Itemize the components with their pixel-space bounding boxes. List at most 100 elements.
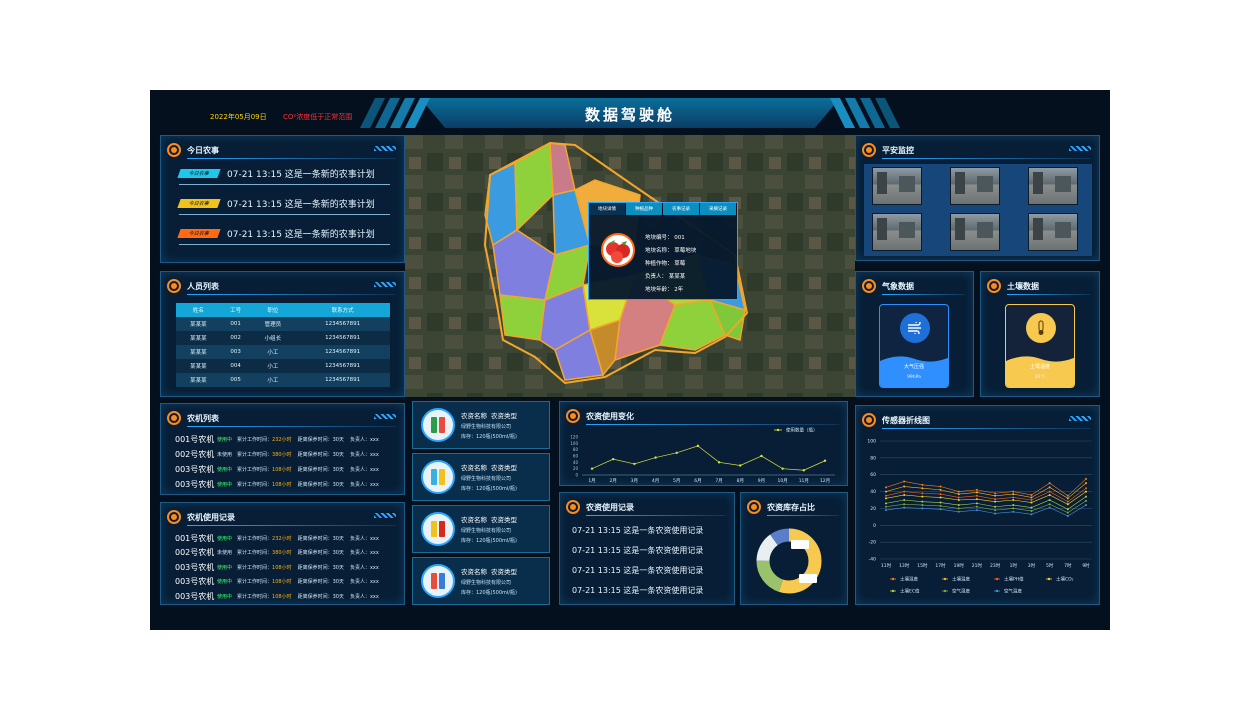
y-tick-label: 60 <box>870 472 876 478</box>
data-point <box>903 503 906 506</box>
plot-crop: 种植作物： 草莓 <box>645 261 686 267</box>
panel-title: 今日农事 <box>187 145 219 155</box>
product-bottle <box>439 469 445 485</box>
cell: 003 <box>220 345 251 359</box>
tab-harvest-records[interactable]: 采摘记录 <box>700 203 737 215</box>
machine-row[interactable]: 003号农机 使用中 累计工作时间： 108小时 距离保养时间：30天 负责人：xxx <box>175 462 379 476</box>
cell: 小工 <box>250 345 296 359</box>
pesticide-card[interactable]: 农资名称 农资类型 绿野生物科技有限公司 库存：120瓶(500ml/瓶) <box>412 505 550 553</box>
machine-row[interactable]: 003号农机 使用中 累计工作时间： 108小时 距离保养时间：30天 负责人：xxx <box>175 575 379 589</box>
table-row[interactable]: 某某某 003 小工 1234567891 <box>176 345 390 359</box>
farm-task-item[interactable]: 今日农事 07-21 13:15 这是一条新的农事计划 <box>177 193 390 215</box>
cell: 某某某 <box>176 345 221 359</box>
panel-title: 农机使用记录 <box>187 512 235 522</box>
thermometer-icon <box>1026 313 1056 343</box>
machine-row[interactable]: 003号农机 使用中 累计工作时间： 108小时 距离保养时间：30天 负责人：xxx <box>175 560 379 574</box>
co2-alert[interactable]: CO²浓度低于正常范围 <box>283 112 352 122</box>
y-tick-label: 120 <box>570 435 578 440</box>
farm-task-item[interactable]: 今日农事 07-21 13:15 这是一条新的农事计划 <box>177 163 390 185</box>
x-tick-label: 1月 <box>588 478 595 484</box>
machine-hours: 108小时 <box>272 481 292 488</box>
x-tick-label: 4月 <box>652 478 659 484</box>
farm-map[interactable]: 地块详情 种植品种 农事记录 采摘记录 地块编号： 001 地块名称： 草莓地块… <box>405 135 855 397</box>
cell: 某某某 <box>176 317 221 331</box>
usage-record-item[interactable]: 07-21 13:15 这是一条农资使用记录 <box>572 565 703 576</box>
personnel-panel: 人员列表 姓名 工号 职位 联系方式 某某某 001 管理员 1234567891 某… <box>160 271 405 397</box>
pesticide-type: 农资类型 <box>491 412 517 420</box>
legend-label: 土壤湿度 <box>900 576 918 583</box>
machine-row[interactable]: 003号农机 使用中 累计工作时间： 108小时 距离保养时间：30天 负责人：xxx <box>175 589 379 603</box>
maintenance-text: 距离保养时间：30天 <box>297 481 344 488</box>
x-tick-label: 10月 <box>778 478 788 484</box>
legend-label: 空气湿度 <box>952 588 970 595</box>
camera-feed[interactable] <box>872 213 922 251</box>
data-point <box>903 493 906 496</box>
data-point <box>1085 482 1087 485</box>
table-header-row: 姓名 工号 职位 联系方式 <box>176 303 390 317</box>
farm-task-item[interactable]: 今日农事 07-21 13:15 这是一条新的农事计划 <box>177 223 390 245</box>
plot-area[interactable] <box>499 294 546 341</box>
usage-record-item[interactable]: 07-21 13:15 这是一条农资使用记录 <box>572 545 703 556</box>
slice-label-box <box>799 574 817 583</box>
machine-row[interactable]: 002号农机 未使用 累计工作时间： 380小时 距离保养时间：30天 负责人：xxx <box>175 546 379 560</box>
tab-farm-records[interactable]: 农事记录 <box>663 203 700 215</box>
data-point <box>885 502 887 505</box>
x-tick-label: 7时 <box>1064 562 1072 569</box>
y-tick-label: 0 <box>873 523 876 529</box>
panel-title: 农资使用变化 <box>586 411 634 421</box>
machine-row[interactable]: 002号农机 未使用 累计工作时间： 380小时 距离保养时间：30天 负责人：xxx <box>175 447 379 461</box>
legend-marker <box>943 589 947 593</box>
pesticide-product-image <box>421 460 455 494</box>
table-row[interactable]: 某某某 004 小工 1234567891 <box>176 359 390 373</box>
camera-feed[interactable] <box>950 167 1000 205</box>
y-tick-label: 40 <box>573 460 579 465</box>
camera-feed[interactable] <box>950 213 1000 251</box>
data-point <box>1085 477 1087 480</box>
legend-label: 空气温度 <box>1004 588 1022 595</box>
weather-card[interactable]: 大气压强 99hPa <box>879 304 949 388</box>
cell: 002 <box>220 331 251 345</box>
cell: 005 <box>220 373 251 387</box>
machine-name: 002号农机 <box>175 548 215 557</box>
table-row[interactable]: 某某某 001 管理员 1234567891 <box>176 317 390 331</box>
data-point <box>975 498 978 501</box>
data-point <box>1030 499 1033 501</box>
usage-record-item[interactable]: 07-21 13:15 这是一条农资使用记录 <box>572 585 703 596</box>
page-title: 数据驾驶舱 <box>584 106 675 124</box>
column-header: 职位 <box>250 303 296 317</box>
pesticide-card[interactable]: 农资名称 农资类型 绿野生物科技有限公司 库存：120瓶(500ml/瓶) <box>412 453 550 501</box>
pesticide-name-type: 农资名称 农资类型 <box>461 462 517 472</box>
pesticide-card[interactable]: 农资名称 农资类型 绿野生物科技有限公司 库存：120瓶(500ml/瓶) <box>412 557 550 605</box>
x-tick-label: 1时 <box>1010 562 1018 569</box>
tab-plot-details[interactable]: 地块详情 <box>589 203 626 215</box>
x-tick-label: 19时 <box>954 562 965 569</box>
table-row[interactable]: 某某某 005 小工 1234567891 <box>176 373 390 387</box>
product-bottle <box>439 417 445 433</box>
tab-crop-variety[interactable]: 种植品种 <box>626 203 663 215</box>
table-row[interactable]: 某某某 002 小组长 1234567891 <box>176 331 390 345</box>
farm-task-text: 07-21 13:15 这是一条新的农事计划 <box>227 170 375 180</box>
hours-label: 累计工作时间： <box>237 466 273 473</box>
camera-feed[interactable] <box>872 167 922 205</box>
camera-feed[interactable] <box>1028 213 1078 251</box>
soil-card[interactable]: 土壤温度 20℃ <box>1005 304 1075 388</box>
plot-detail-popup[interactable]: 地块详情 种植品种 农事记录 采摘记录 地块编号： 001 地块名称： 草莓地块… <box>588 202 738 300</box>
camera-feed[interactable] <box>1028 167 1078 205</box>
machine-row[interactable]: 001号农机 使用中 累计工作时间： 232小时 距离保养时间：30天 负责人：xxx <box>175 432 379 446</box>
cell: 小组长 <box>250 331 296 345</box>
data-point <box>1066 494 1069 497</box>
legend-label: 土壤温度 <box>952 576 970 583</box>
farm-task-text: 07-21 13:15 这是一条新的农事计划 <box>227 230 375 240</box>
personnel-table: 姓名 工号 职位 联系方式 某某某 001 管理员 1234567891 某某某 002… <box>176 303 390 387</box>
farm-task-text: 07-21 13:15 这是一条新的农事计划 <box>227 200 375 210</box>
machine-row[interactable]: 001号农机 使用中 累计工作时间： 232小时 距离保养时间：30天 负责人：xxx <box>175 531 379 545</box>
machine-hours: 108小时 <box>272 593 292 600</box>
hours-label: 累计工作时间： <box>237 550 273 556</box>
panel-icon <box>566 409 580 423</box>
data-point <box>885 509 887 512</box>
machine-row[interactable]: 003号农机 使用中 累计工作时间： 108小时 距离保养时间：30天 负责人：xxx <box>175 477 379 491</box>
usage-record-item[interactable]: 07-21 13:15 这是一条农资使用记录 <box>572 525 703 536</box>
data-point <box>921 495 924 498</box>
pesticide-card[interactable]: 农资名称 农资类型 绿野生物科技有限公司 库存：120瓶(500ml/瓶) <box>412 401 550 449</box>
legend-label: 土壤EC值 <box>900 588 920 595</box>
